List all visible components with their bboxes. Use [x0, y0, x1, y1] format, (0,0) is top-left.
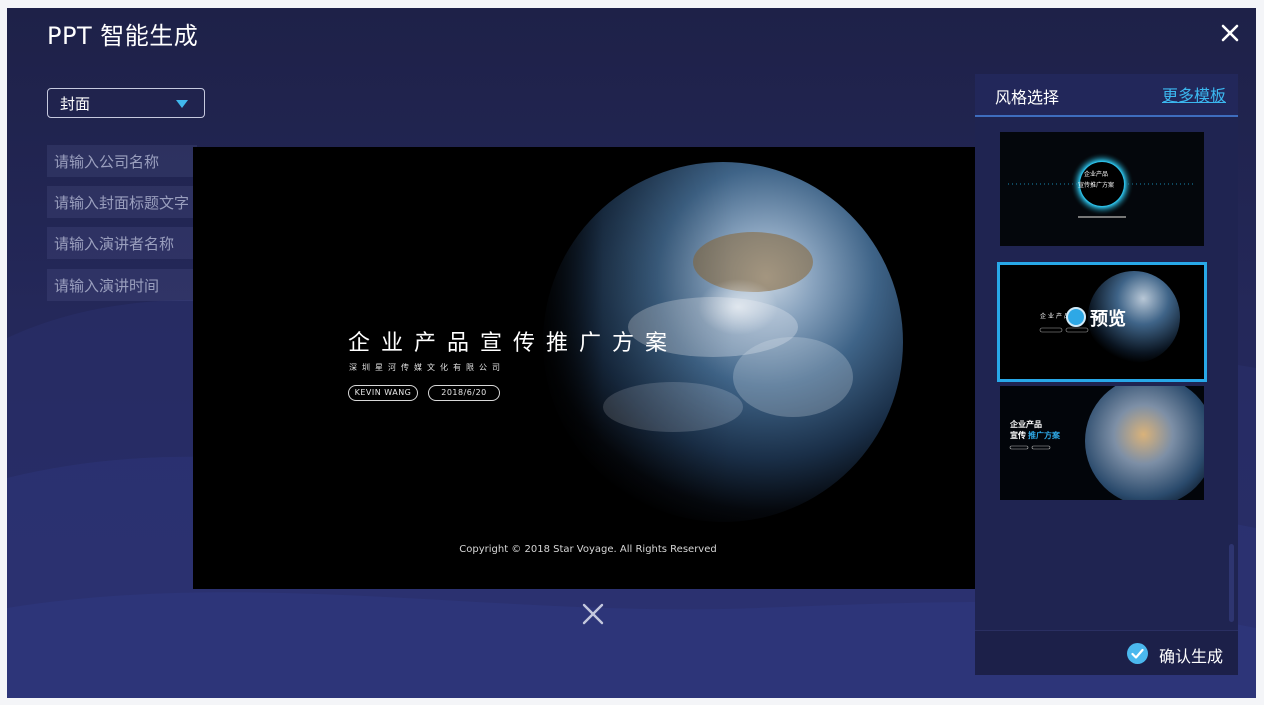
speaker-name-input[interactable]: 请输入演讲者名称 — [47, 227, 197, 259]
earth-image — [533, 147, 903, 589]
template-1-title-line1: 企业产品 — [1084, 171, 1109, 178]
close-preview-button[interactable] — [579, 600, 607, 628]
style-panel: 风格选择 更多模板 企业产品 宣传推广方案 企业产品 预览 企业产品 宣传 推广… — [975, 74, 1238, 675]
template-1-image — [1000, 132, 1204, 246]
more-templates-link[interactable]: 更多模板 — [1162, 82, 1226, 106]
slide-preview: 企业产品宣传推广方案 深圳星河传媒文化有限公司 KEVIN WANG 2018/… — [193, 147, 983, 589]
page-type-select[interactable]: 封面 — [47, 88, 205, 118]
template-3-title-line2a: 宣传 — [1010, 431, 1026, 440]
template-thumb-1[interactable]: 企业产品 宣传推广方案 — [1000, 132, 1204, 246]
slide-date-pill: 2018/6/20 — [428, 385, 500, 401]
presentation-time-input[interactable]: 请输入演讲时间 — [47, 269, 197, 301]
preview-label[interactable]: 预览 — [1090, 305, 1126, 331]
confirm-generate-label: 确认生成 — [1159, 647, 1224, 666]
close-icon — [582, 603, 604, 625]
dialog-title: PPT 智能生成 — [47, 22, 199, 50]
caret-down-icon — [176, 100, 188, 108]
check-circle-icon — [1127, 643, 1148, 664]
slide-copyright: Copyright © 2018 Star Voyage. All Rights… — [459, 544, 717, 555]
style-panel-footer: 确认生成 — [975, 630, 1238, 675]
cover-title-input[interactable]: 请输入封面标题文字 — [47, 186, 197, 218]
template-thumb-3[interactable]: 企业产品 宣传 推广方案 — [1000, 386, 1204, 500]
close-icon — [1221, 24, 1239, 42]
template-thumb-2[interactable]: 企业产品 预览 — [997, 262, 1207, 382]
company-name-input[interactable]: 请输入公司名称 — [47, 145, 197, 177]
template-scrollbar[interactable] — [1229, 544, 1234, 622]
eye-icon — [1066, 307, 1086, 327]
template-3-title-line2b: 推广方案 — [1028, 431, 1060, 440]
ppt-generator-dialog: PPT 智能生成 封面 请输入公司名称 请输入封面标题文字 请输入演讲者名称 请… — [7, 8, 1256, 698]
template-3-title-line1: 企业产品 — [1010, 420, 1042, 429]
style-panel-header: 风格选择 更多模板 — [975, 74, 1238, 117]
template-1-title-line2: 宣传推广方案 — [1078, 182, 1115, 189]
slide-speaker-pill: KEVIN WANG — [348, 385, 418, 401]
style-panel-title: 风格选择 — [995, 88, 1060, 107]
slide-title: 企业产品宣传推广方案 — [348, 331, 679, 356]
slide-company: 深圳星河传媒文化有限公司 — [349, 363, 505, 372]
page-type-value: 封面 — [60, 95, 91, 113]
template-3-image — [1000, 386, 1204, 500]
close-dialog-button[interactable] — [1217, 20, 1243, 46]
